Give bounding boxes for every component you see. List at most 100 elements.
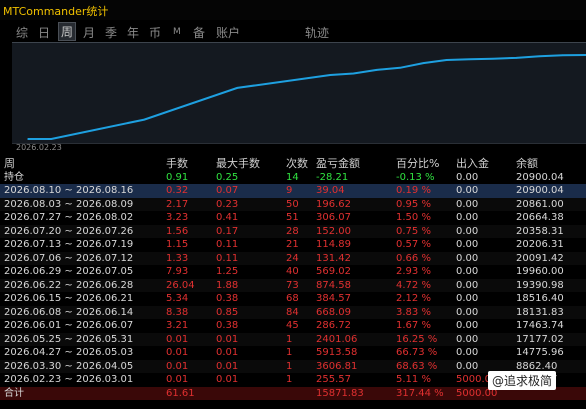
header-deposit[interactable]: 出入金 (456, 157, 489, 171)
table-row[interactable]: 2026.08.10 ~ 2026.08.16 0.32 0.07 9 39.04 0.1… (0, 184, 586, 198)
cell-count: 21 (286, 239, 299, 250)
cell-pnl: 196.62 (316, 198, 351, 210)
table-row[interactable]: 2026.07.27 ~ 2026.08.02 3.23 0.41 51 306.07 1… (0, 211, 586, 225)
cell-lots: 2.17 (166, 198, 189, 210)
cell-count: 51 (286, 212, 299, 223)
cell-balance: 18131.83 (516, 306, 564, 318)
cell-deposit: 0.00 (456, 198, 479, 210)
cell-lots: 0.32 (166, 185, 189, 196)
cell-max-lots: 0.38 (216, 293, 239, 304)
header-balance[interactable]: 余额 (516, 157, 538, 171)
cell-pnl: 569.02 (316, 266, 351, 277)
cell-deposit: 0.00 (456, 347, 479, 358)
cell-lots: 26.04 (166, 279, 195, 291)
cell-balance: 14775.96 (516, 347, 564, 358)
cell-count: 45 (286, 320, 299, 331)
cell-lots: 0.01 (166, 333, 189, 345)
cell-pnl: 286.72 (316, 320, 351, 331)
cell-pnl: 3606.81 (316, 360, 358, 372)
table-row[interactable]: 2026.06.22 ~ 2026.06.28 26.04 1.88 73 874.58… (0, 278, 586, 292)
balance-point (399, 67, 401, 69)
cell-pnl: 384.57 (316, 293, 351, 304)
cell-max-lots: 0.41 (216, 212, 239, 223)
cell-deposit: 0.00 (456, 185, 479, 196)
cell-max-lots: 1.25 (216, 266, 239, 277)
tab-overview[interactable]: 综 (16, 24, 28, 41)
cell-pnl: 131.42 (316, 252, 351, 264)
table-row[interactable]: 2026.05.25 ~ 2026.05.31 0.01 0.01 1 2401.06 1… (0, 332, 586, 346)
cell-count: 40 (286, 266, 299, 277)
cell-balance: 20900.04 (516, 185, 564, 196)
table-row[interactable]: 2026.06.01 ~ 2026.06.07 3.21 0.38 45 286.72 1… (0, 319, 586, 333)
cell-week: 2026.08.03 ~ 2026.08.09 (4, 198, 134, 210)
table-row[interactable]: 2026.07.20 ~ 2026.07.26 1.56 0.17 28 152.00 0… (0, 224, 586, 238)
balance-chart-svg (27, 54, 586, 140)
cell-max-lots: 0.85 (216, 306, 239, 318)
cell-deposit: 0.00 (456, 266, 479, 277)
cell-pnl: 5913.58 (316, 347, 358, 358)
cell-pnl: 306.07 (316, 212, 351, 223)
cell-deposit: 0.00 (456, 239, 479, 250)
cell-deposit: 0.00 (456, 279, 479, 291)
table-row[interactable]: 2026.06.15 ~ 2026.06.21 5.34 0.38 68 384.57 2… (0, 292, 586, 306)
cell-deposit: 0.00 (456, 360, 479, 372)
table-row[interactable]: 2026.07.13 ~ 2026.07.19 1.15 0.11 21 114.89 0… (0, 238, 586, 252)
cell-balance: 19390.98 (516, 279, 564, 291)
holding-lots: 0.91 (166, 171, 189, 183)
tab-month[interactable]: 月 (83, 24, 95, 41)
tab-account[interactable]: 账户 (216, 24, 240, 41)
cell-pnl: 39.04 (316, 185, 345, 196)
cell-percent: 2.12 % (396, 293, 431, 304)
balance-line (28, 54, 586, 140)
cell-lots: 3.23 (166, 212, 189, 223)
balance-point (352, 72, 355, 75)
header-count[interactable]: 次数 (286, 157, 308, 171)
cell-deposit: 0.00 (456, 293, 479, 304)
cell-week: 2026.08.10 ~ 2026.08.16 (4, 185, 134, 196)
balance-point (538, 55, 541, 58)
cell-count: 73 (286, 279, 299, 291)
header-lots[interactable]: 手数 (166, 157, 188, 171)
header-max-lots[interactable]: 最大手数 (216, 157, 260, 171)
cell-lots: 1.33 (166, 252, 189, 264)
table-row[interactable]: 2026.04.27 ~ 2026.05.03 0.01 0.01 1 5913.58 6… (0, 346, 586, 360)
cell-percent: 1.50 % (396, 212, 431, 223)
period-tabs: 综 日 周 月 季 年 币 M 备 账户 轨迹 (0, 22, 586, 42)
balance-point (469, 58, 471, 61)
cell-balance: 20091.42 (516, 252, 564, 264)
table-row[interactable]: 2026.06.08 ~ 2026.06.14 8.38 0.85 84 668.09 3… (0, 305, 586, 319)
holding-max-lots: 0.25 (216, 171, 239, 183)
app-title: MTCommander统计 (3, 5, 109, 18)
holding-balance: 20900.04 (516, 171, 564, 183)
tab-week[interactable]: 周 (58, 22, 77, 41)
watermark: @追求极简 (488, 371, 557, 390)
cell-lots: 8.38 (166, 306, 189, 318)
cell-percent: 0.75 % (396, 225, 431, 237)
tab-year[interactable]: 年 (127, 24, 139, 41)
tab-note[interactable]: 备 (193, 24, 205, 41)
cell-week: 2026.05.25 ~ 2026.05.31 (4, 333, 134, 345)
cell-percent: 5.11 % (396, 374, 431, 385)
tab-m[interactable]: M (173, 27, 181, 37)
cell-balance: 20861.00 (516, 198, 564, 210)
header-week[interactable]: 周 (4, 157, 15, 171)
holding-row[interactable]: 持仓 0.91 0.25 14 -28.21 -0.13 % 0.00 2090… (0, 171, 586, 185)
cell-week: 2026.06.22 ~ 2026.06.28 (4, 279, 134, 291)
cell-max-lots: 0.01 (216, 360, 239, 372)
table-row[interactable]: 2026.07.06 ~ 2026.07.12 1.33 0.11 24 131.42 0… (0, 251, 586, 265)
header-percent[interactable]: 百分比% (396, 157, 439, 171)
tab-currency[interactable]: 币 (149, 24, 161, 41)
cell-max-lots: 0.01 (216, 347, 239, 358)
header-pnl[interactable]: 盈亏金额 (316, 157, 360, 171)
tab-quarter[interactable]: 季 (105, 24, 117, 41)
tab-trajectory[interactable]: 轨迹 (305, 24, 329, 41)
cell-week: 2026.07.27 ~ 2026.08.02 (4, 212, 134, 223)
cell-max-lots: 0.11 (216, 239, 239, 250)
balance-point (515, 57, 518, 59)
table-row[interactable]: 2026.08.03 ~ 2026.08.09 2.17 0.23 50 196.62 0… (0, 197, 586, 211)
cell-deposit: 0.00 (456, 225, 479, 237)
tab-day[interactable]: 日 (38, 24, 50, 41)
cell-deposit: 0.00 (456, 333, 479, 345)
table-row[interactable]: 2026.06.29 ~ 2026.07.05 7.93 1.25 40 569.02 2… (0, 265, 586, 279)
cell-pnl: 668.09 (316, 306, 351, 318)
